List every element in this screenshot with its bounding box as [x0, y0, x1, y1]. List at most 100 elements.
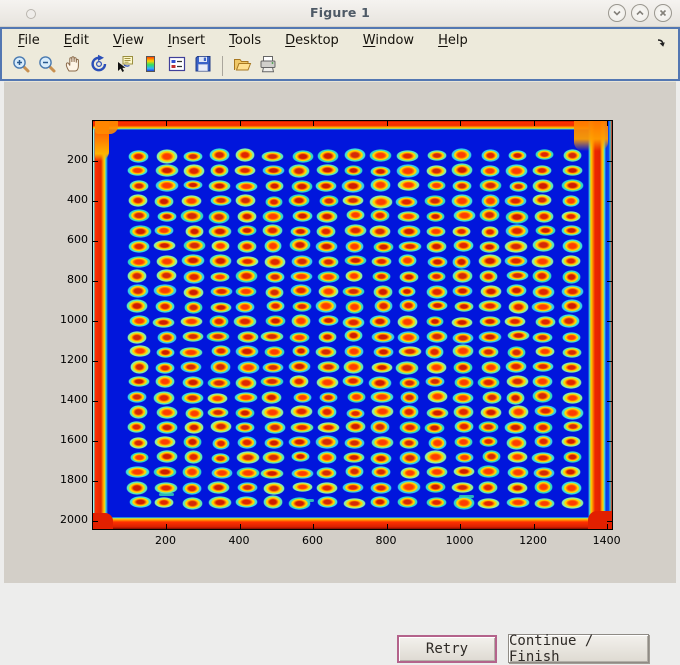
array-spot: [129, 344, 151, 358]
zoom-in-button[interactable]: [9, 54, 33, 77]
menu-view[interactable]: View: [101, 31, 156, 50]
array-spot: [531, 285, 555, 300]
x-axis-tick-label: 600: [302, 534, 324, 547]
array-spot: [237, 210, 257, 223]
array-spot: [291, 210, 313, 223]
array-spot: [153, 239, 176, 252]
shade-button[interactable]: [608, 4, 626, 22]
array-spot: [371, 404, 395, 419]
array-spot: [373, 299, 393, 314]
array-spot: [261, 210, 285, 224]
array-spot: [478, 315, 502, 327]
open-icon: [232, 54, 252, 78]
array-spot: [128, 179, 149, 193]
data-cursor-button[interactable]: [113, 54, 137, 77]
array-spot: [477, 465, 500, 479]
menu-tools[interactable]: Tools: [217, 31, 273, 50]
array-spot: [315, 163, 340, 177]
array-spot: [481, 361, 502, 375]
unshade-button[interactable]: [631, 4, 649, 22]
array-spot: [478, 269, 498, 284]
array-spot: [371, 435, 395, 449]
array-spot: [561, 346, 582, 358]
print-icon: [258, 54, 278, 78]
array-spot: [426, 330, 448, 344]
toolbar-separator: [222, 55, 223, 76]
menu-file[interactable]: File: [6, 31, 52, 50]
close-button[interactable]: [654, 4, 672, 22]
plot-area[interactable]: [92, 120, 613, 530]
continue-finish-button[interactable]: Continue / Finish: [508, 633, 649, 665]
open-button[interactable]: [230, 54, 254, 77]
array-spot: [127, 239, 151, 254]
array-spot: [506, 436, 527, 451]
array-spot: [262, 361, 285, 374]
array-spot: [341, 178, 365, 194]
y-tick-mark: [93, 520, 98, 522]
dock-arrow-icon[interactable]: [656, 34, 668, 47]
print-button[interactable]: [256, 54, 280, 77]
array-spot: [531, 178, 555, 194]
menu-window[interactable]: Window: [351, 31, 426, 50]
array-spot: [316, 405, 338, 420]
array-spot: [476, 375, 501, 389]
zoom-out-button[interactable]: [35, 54, 59, 77]
array-spot: [372, 345, 394, 359]
menu-desktop[interactable]: Desktop: [273, 31, 351, 50]
array-spot: [182, 270, 205, 285]
array-spot: [344, 148, 367, 162]
array-spot: [343, 224, 368, 238]
array-spot: [237, 435, 258, 449]
array-spot: [504, 360, 528, 374]
array-spot: [477, 346, 500, 359]
array-spot: [264, 180, 284, 192]
x-tick-mark: [460, 524, 462, 529]
retry-button[interactable]: Retry: [397, 635, 497, 663]
array-spot: [235, 301, 256, 313]
array-spot: [368, 375, 392, 390]
array-spot: [208, 495, 232, 510]
array-spot: [343, 164, 363, 177]
array-spot: [341, 285, 365, 297]
array-spot: [372, 241, 394, 253]
array-spot: [317, 361, 340, 374]
array-spot: [397, 285, 417, 297]
array-spot: [344, 465, 364, 479]
y-tick-mark: [607, 160, 612, 162]
array-spot: [126, 481, 149, 496]
array-spot: [425, 496, 448, 508]
save-button[interactable]: [191, 54, 215, 77]
array-spot: [129, 359, 150, 374]
array-spot: [478, 178, 502, 193]
array-spot: [531, 238, 556, 253]
array-spot: [398, 421, 421, 434]
x-tick-mark: [607, 121, 609, 126]
menu-insert[interactable]: Insert: [156, 31, 217, 50]
array-spot: [235, 495, 258, 509]
array-spot: [562, 421, 583, 433]
pan-button[interactable]: [61, 54, 85, 77]
colorbar-button[interactable]: [139, 54, 163, 77]
array-spot: [318, 194, 340, 207]
save-icon: [193, 54, 213, 78]
array-spot: [532, 164, 553, 177]
rotate-3d-button[interactable]: [87, 54, 111, 77]
array-spot: [126, 299, 149, 313]
array-spot: [425, 316, 445, 328]
array-spot: [368, 148, 392, 162]
legend-button[interactable]: [165, 54, 189, 77]
x-axis-tick-label: 1400: [592, 534, 621, 547]
array-spot: [260, 330, 285, 343]
array-spot: [562, 164, 584, 177]
array-spot: [451, 481, 475, 493]
x-axis-tick-label: 800: [375, 534, 397, 547]
array-spot: [342, 452, 366, 463]
array-spot: [560, 481, 583, 495]
array-spot: [397, 254, 417, 267]
array-spot: [455, 451, 475, 463]
menu-help[interactable]: Help: [426, 31, 480, 50]
menu-edit[interactable]: Edit: [52, 31, 101, 50]
array-spot: [127, 209, 150, 222]
array-spot: [127, 421, 147, 434]
array-spot: [179, 360, 203, 373]
